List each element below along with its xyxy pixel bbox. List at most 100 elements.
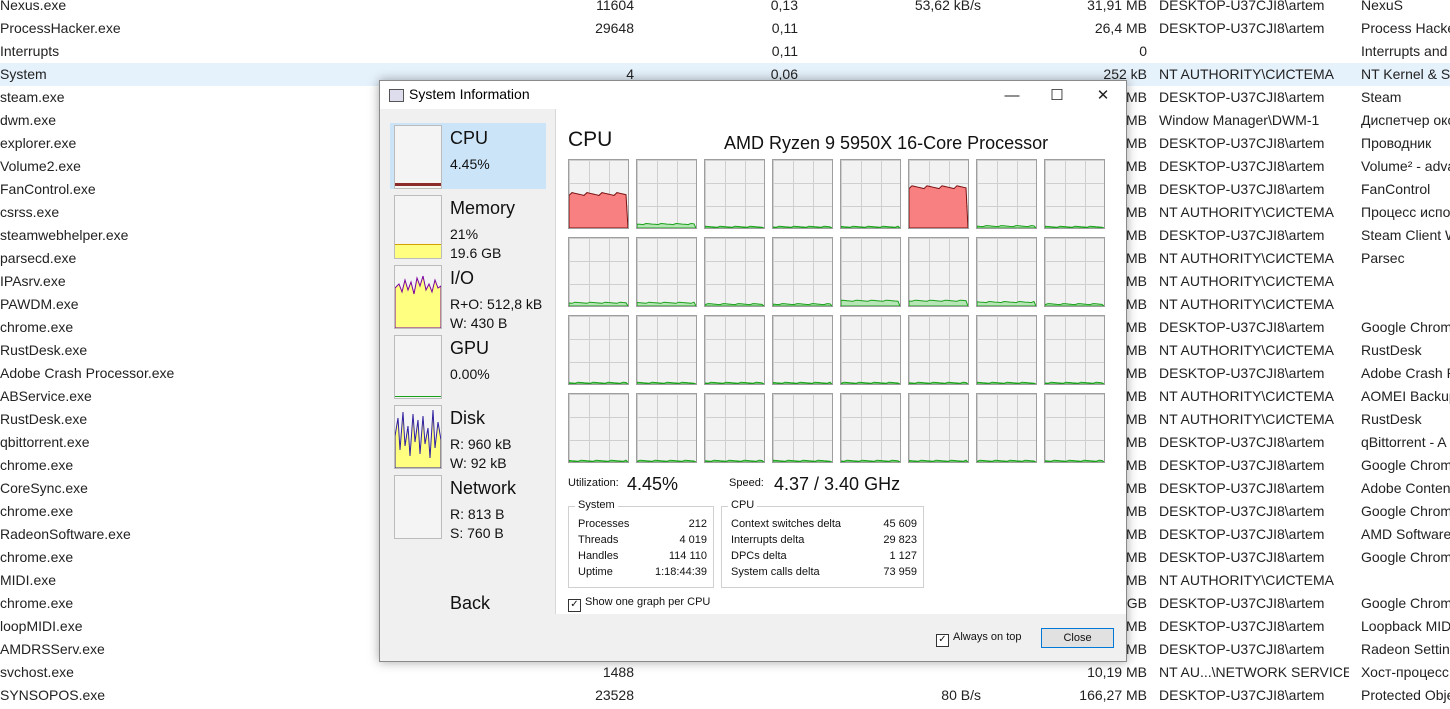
sidebar: CPU 4.45% Memory 21% 19.6 GB I/O R+O: 51…	[380, 109, 554, 614]
table-row[interactable]: svchost.exe 1488 10,19 MB NT AU...\NETWORK …	[0, 661, 1450, 684]
process-description: Adobe Content Sync	[1361, 480, 1450, 496]
cpu-core-graph	[704, 393, 765, 463]
show-one-graph-checkbox[interactable]: ✓ Show one graph per CPU	[568, 596, 710, 612]
window-title: System Information	[409, 86, 530, 102]
process-description: Процесс исполнения	[1361, 204, 1450, 220]
process-description: Google Chrome	[1361, 503, 1450, 519]
uptime-value: 1:18:44:39	[655, 566, 707, 578]
process-description: Google Chrome	[1361, 319, 1450, 335]
cpu-core-graph	[704, 159, 765, 229]
always-on-top-checkbox[interactable]: ✓ Always on top	[936, 631, 1021, 647]
minimize-button[interactable]: —	[989, 81, 1035, 109]
process-name: Volume2.exe	[0, 158, 81, 174]
process-name: AMDRSServ.exe	[0, 641, 105, 657]
system-calls-label: System calls delta	[731, 566, 820, 578]
process-user: NT AUTHORITY\СИСТЕМА	[1159, 296, 1335, 312]
process-user: DESKTOP-U37CJI8\artem	[1159, 135, 1325, 151]
speed-label: Speed:	[729, 477, 764, 489]
gpu-thumbnail-graph	[394, 335, 442, 399]
process-name: ProcessHacker.exe	[0, 20, 121, 36]
context-switches-label: Context switches delta	[731, 518, 842, 530]
system-group-title: System	[575, 499, 618, 511]
process-user: DESKTOP-U37CJI8\artem	[1159, 480, 1325, 496]
checkbox-icon[interactable]: ✓	[568, 599, 581, 612]
process-user: NT AUTHORITY\СИСТЕМА	[1159, 204, 1335, 220]
process-description: Interrupts and DPCs	[1361, 43, 1450, 59]
process-name: IPAsrv.exe	[0, 273, 66, 289]
process-description: Adobe Crash Processor	[1361, 365, 1450, 381]
cpu-core-graph	[568, 159, 629, 229]
process-description: Volume² - advanced	[1361, 158, 1450, 174]
close-button[interactable]: Close	[1041, 628, 1114, 648]
speed-value: 4.37 / 3.40 GHz	[774, 474, 901, 494]
process-user: NT AU...\NETWORK SERVICE	[1159, 664, 1349, 680]
process-description: Google Chrome	[1361, 549, 1450, 565]
process-description: Protected Object	[1361, 687, 1450, 703]
cpu-group: CPU Context switches delta 45 609 Interr…	[721, 499, 924, 588]
sidebar-item-gpu[interactable]: GPU 0.00%	[390, 333, 546, 399]
process-name: Nexus.exe	[0, 0, 67, 13]
process-user: DESKTOP-U37CJI8\artem	[1159, 549, 1325, 565]
sidebar-item-disk[interactable]: Disk R: 960 kB W: 92 kB	[390, 403, 546, 469]
process-description: RustDesk	[1361, 411, 1422, 427]
table-row[interactable]: SYNSOPOS.exe 23528 80 B/s 166,27 MB DESKTOP-…	[0, 684, 1450, 707]
cpu-panel: CPU AMD Ryzen 9 5950X 16-Core Processor …	[555, 109, 1126, 614]
process-name: PAWDM.exe	[0, 296, 79, 312]
title-bar[interactable]: System Information — ☐ ✕	[380, 81, 1126, 109]
process-name: qbittorrent.exe	[0, 434, 90, 450]
process-name: chrome.exe	[0, 503, 74, 519]
process-user: DESKTOP-U37CJI8\artem	[1159, 618, 1325, 634]
sidebar-item-network[interactable]: Network R: 813 B S: 760 B	[390, 473, 546, 539]
table-row[interactable]: ProcessHacker.exe 29648 0,11 26,4 MB DESKTOP…	[0, 17, 1450, 40]
cpu-core-graph	[976, 315, 1037, 385]
checkbox-icon[interactable]: ✓	[936, 634, 949, 647]
cpu-core-graph	[908, 237, 969, 307]
process-user: NT AUTHORITY\СИСТЕМА	[1159, 250, 1335, 266]
disk-thumbnail-graph	[394, 405, 442, 469]
context-switches-value: 45 609	[883, 518, 917, 530]
process-user: DESKTOP-U37CJI8\artem	[1159, 503, 1325, 519]
sidebar-item-io[interactable]: I/O R+O: 512,8 kB W: 430 B	[390, 263, 546, 329]
sidebar-item-cpu[interactable]: CPU 4.45%	[390, 123, 546, 189]
maximize-button[interactable]: ☐	[1034, 81, 1080, 109]
always-on-top-label: Always on top	[953, 631, 1022, 643]
cpu-core-graph	[772, 237, 833, 307]
process-cpu: 0,11	[771, 20, 798, 36]
process-description: Radeon Settings	[1361, 641, 1450, 657]
process-user: DESKTOP-U37CJI8\artem	[1159, 365, 1325, 381]
process-description: Steam	[1361, 89, 1402, 105]
process-name: CoreSync.exe	[0, 480, 88, 496]
cpu-core-graph	[772, 159, 833, 229]
process-name: loopMIDI.exe	[0, 618, 83, 634]
cpu-core-graph	[636, 237, 697, 307]
process-user: DESKTOP-U37CJI8\artem	[1159, 687, 1325, 703]
process-description: Проводник	[1361, 135, 1432, 151]
process-user: DESKTOP-U37CJI8\artem	[1159, 526, 1325, 542]
cpu-core-graph	[636, 315, 697, 385]
cpu-core-graph	[976, 393, 1037, 463]
close-window-button[interactable]: ✕	[1080, 81, 1126, 109]
back-button[interactable]: Back	[450, 593, 490, 614]
sidebar-item-value: 0.00%	[450, 366, 490, 382]
cpu-core-graph	[568, 237, 629, 307]
process-name: csrss.exe	[0, 204, 60, 220]
process-name: System	[0, 66, 47, 82]
table-row[interactable]: Interrupts 0,11 0 Interrupts and DPCs	[0, 40, 1450, 63]
process-name: chrome.exe	[0, 319, 74, 335]
process-description: Google Chrome	[1361, 457, 1450, 473]
process-name: steam.exe	[0, 89, 65, 105]
process-description: FanControl	[1361, 181, 1431, 197]
cpu-heading: CPU	[568, 128, 613, 151]
process-description: Хост-процесс	[1361, 664, 1449, 680]
system-information-window: System Information — ☐ ✕ CPU 4.45% Memor…	[379, 80, 1127, 662]
process-user: DESKTOP-U37CJI8\artem	[1159, 641, 1325, 657]
cpu-core-graph	[976, 237, 1037, 307]
process-name: Adobe Crash Processor.exe	[0, 365, 175, 381]
table-row[interactable]: Nexus.exe 11604 0,13 53,62 kB/s 31,91 MB DESK…	[0, 0, 1450, 17]
cpu-core-graph	[568, 315, 629, 385]
sidebar-item-memory[interactable]: Memory 21% 19.6 GB	[390, 193, 546, 259]
process-user: NT AUTHORITY\СИСТЕМА	[1159, 273, 1335, 289]
system-calls-value: 73 959	[883, 566, 917, 578]
process-description: Loopback MIDI	[1361, 618, 1450, 634]
processes-value: 212	[688, 518, 707, 530]
